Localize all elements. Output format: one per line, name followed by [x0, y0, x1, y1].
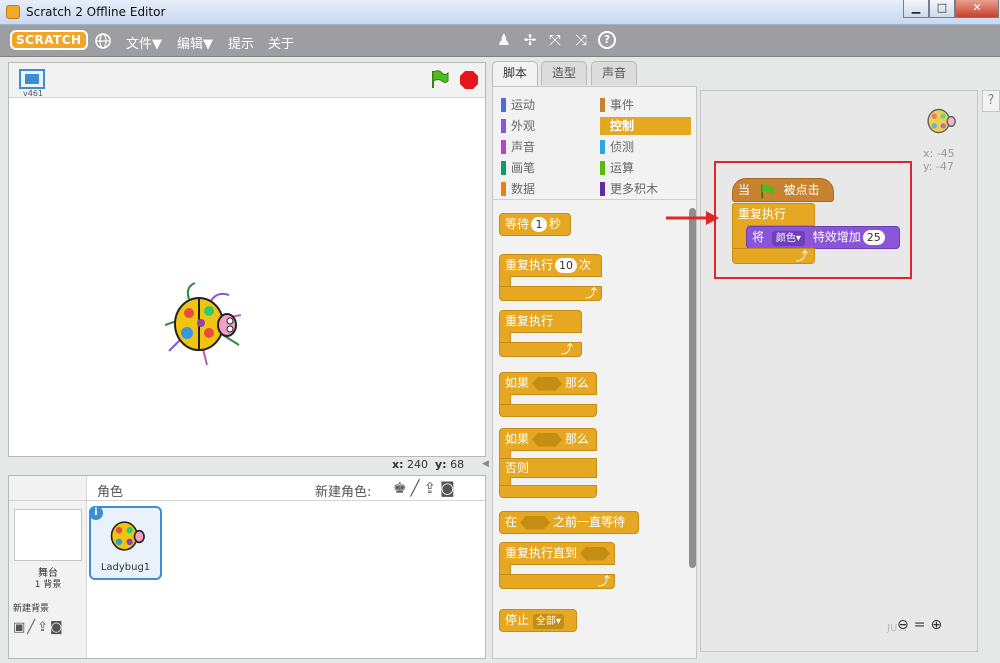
palette-scrollbar[interactable] [689, 208, 696, 568]
stage-thumbnail[interactable] [14, 509, 82, 561]
new-sprite-label: 新建角色: [315, 485, 372, 500]
backdrop-count: 1 背景 [34, 580, 62, 590]
scratch-logo[interactable]: SCRATCH [10, 30, 88, 50]
repeat-until-footer: ⤴ [499, 574, 615, 589]
stage-toolbar: v461 [9, 63, 485, 98]
category-events[interactable]: 事件 [600, 96, 691, 114]
sprite-y-readout: y: -47 [923, 160, 954, 173]
category-control[interactable]: 控制 [600, 117, 691, 135]
app-window: Scratch 2 Offline Editor ▁ □ ✕ SCRATCH 文… [0, 0, 1000, 663]
block-if[interactable]: 如果 那么 [499, 372, 597, 395]
stage[interactable]: v461 [8, 62, 486, 457]
title-bar: Scratch 2 Offline Editor ▁ □ ✕ [0, 0, 1000, 25]
window-title: Scratch 2 Offline Editor [26, 5, 166, 19]
highlight-box [714, 161, 912, 279]
coord-y-value: 68 [450, 458, 465, 471]
sprites-header: 角色 [97, 485, 124, 500]
category-looks[interactable]: 外观 [501, 117, 593, 135]
block-wait-until[interactable]: 在之前一直等待 [499, 511, 639, 534]
shrink-tool-icon[interactable]: ⤨ [572, 31, 590, 49]
zoom-in-icon[interactable]: ⊕ [930, 617, 947, 633]
help-icon[interactable]: ? [982, 90, 1000, 112]
menu-file[interactable]: 文件▼ [126, 33, 162, 52]
maximize-button[interactable]: □ [929, 0, 955, 18]
block-if-else[interactable]: 如果 那么 [499, 428, 597, 451]
menu-about[interactable]: 关于 [268, 33, 294, 52]
zoom-reset-icon[interactable]: = [914, 617, 931, 633]
backdrop-library-icon[interactable]: ▣ [13, 620, 27, 635]
stop-dropdown[interactable]: 全部▾ [532, 614, 564, 629]
ladybug-sprite-icon [927, 108, 956, 134]
grow-tool-icon[interactable]: ⤧ [546, 31, 564, 49]
category-sound[interactable]: 声音 [501, 138, 593, 156]
sprite-thumbnail[interactable]: i Ladybug1 [89, 506, 162, 580]
stop-sign-icon[interactable] [459, 70, 479, 90]
category-motion[interactable]: 运动 [501, 96, 593, 114]
tab-scripts[interactable]: 脚本 [492, 61, 539, 87]
category-pen[interactable]: 画笔 [501, 159, 593, 177]
sprite-pane: 舞台 1 背景 新建背景 ▣╱⇪◙ 角色 新建角色: ♚╱⇪◙ i Ladybu… [8, 475, 486, 659]
if-footer [499, 404, 597, 417]
green-flag-icon[interactable] [429, 69, 449, 89]
category-data[interactable]: 数据 [501, 180, 593, 198]
block-forever[interactable]: 重复执行 [499, 310, 582, 333]
if-else-footer [499, 485, 597, 498]
ladybug-sprite[interactable] [159, 279, 249, 369]
stage-column: 舞台 1 背景 新建背景 ▣╱⇪◙ [9, 476, 87, 658]
block-stop[interactable]: 停止 全部▾ [499, 609, 577, 632]
arrow-annotation-icon [666, 211, 719, 225]
menu-bar: SCRATCH 文件▼ 编辑▼ 提示 关于 ♟ ✢ ⤧ ⤨ ? [0, 25, 1000, 57]
else-label: 否则 [499, 458, 597, 478]
category-operators[interactable]: 运算 [600, 159, 691, 177]
camera-backdrop-icon[interactable]: ◙ [50, 620, 65, 635]
globe-icon[interactable] [95, 33, 111, 49]
upload-backdrop-icon[interactable]: ⇪ [37, 620, 50, 635]
paint-backdrop-icon[interactable]: ╱ [27, 620, 37, 635]
watermark: JU... [887, 623, 907, 634]
coord-x-label: x: [392, 458, 404, 471]
category-more-blocks[interactable]: 更多积木 [600, 180, 691, 198]
upload-sprite-icon[interactable]: ⇪ [423, 479, 440, 497]
coord-y-label: y: [435, 458, 447, 471]
collapse-stage-icon[interactable]: ◀ [482, 459, 490, 471]
app-icon [6, 5, 20, 19]
repeat-footer: ⤴ [499, 286, 602, 301]
ladybug-thumbnail-icon [110, 521, 145, 551]
block-repeat-until[interactable]: 重复执行直到 [499, 542, 615, 565]
sprite-name: Ladybug1 [100, 562, 151, 573]
camera-sprite-icon[interactable]: ◙ [440, 479, 459, 497]
duplicate-tool-icon[interactable]: ♟ [495, 31, 513, 49]
block-repeat[interactable]: 重复执行 10 次 [499, 254, 602, 277]
new-backdrop-label: 新建背景 [13, 604, 50, 614]
category-sensing[interactable]: 侦测 [600, 138, 691, 156]
close-button[interactable]: ✕ [955, 0, 999, 18]
coord-x-value: 240 [407, 458, 428, 471]
forever-footer: ⤴ [499, 342, 582, 357]
mouse-coordinates: x: 240 y: 68 [392, 458, 464, 471]
tab-sounds[interactable]: 声音 [591, 61, 638, 85]
category-divider [493, 199, 696, 200]
sprite-x-readout: x: -45 [923, 147, 955, 160]
menu-tips[interactable]: 提示 [228, 33, 254, 52]
version-label: v461 [23, 89, 44, 98]
menu-edit[interactable]: 编辑▼ [177, 33, 213, 52]
minimize-button[interactable]: ▁ [903, 0, 929, 18]
paint-sprite-icon[interactable]: ╱ [410, 479, 423, 497]
divider [9, 500, 485, 501]
info-icon[interactable]: i [89, 506, 103, 520]
block-wait[interactable]: 等待 1 秒 [499, 213, 571, 236]
delete-tool-icon[interactable]: ✢ [521, 31, 539, 49]
new-sprite-tools: ♚╱⇪◙ [393, 479, 459, 497]
sprite-library-icon[interactable]: ♚ [393, 479, 410, 497]
presentation-mode-icon[interactable] [19, 69, 45, 89]
backdrop-tools: ▣╱⇪◙ [13, 620, 65, 635]
tab-costumes[interactable]: 造型 [541, 61, 588, 85]
help-tool-icon[interactable]: ? [598, 31, 616, 49]
